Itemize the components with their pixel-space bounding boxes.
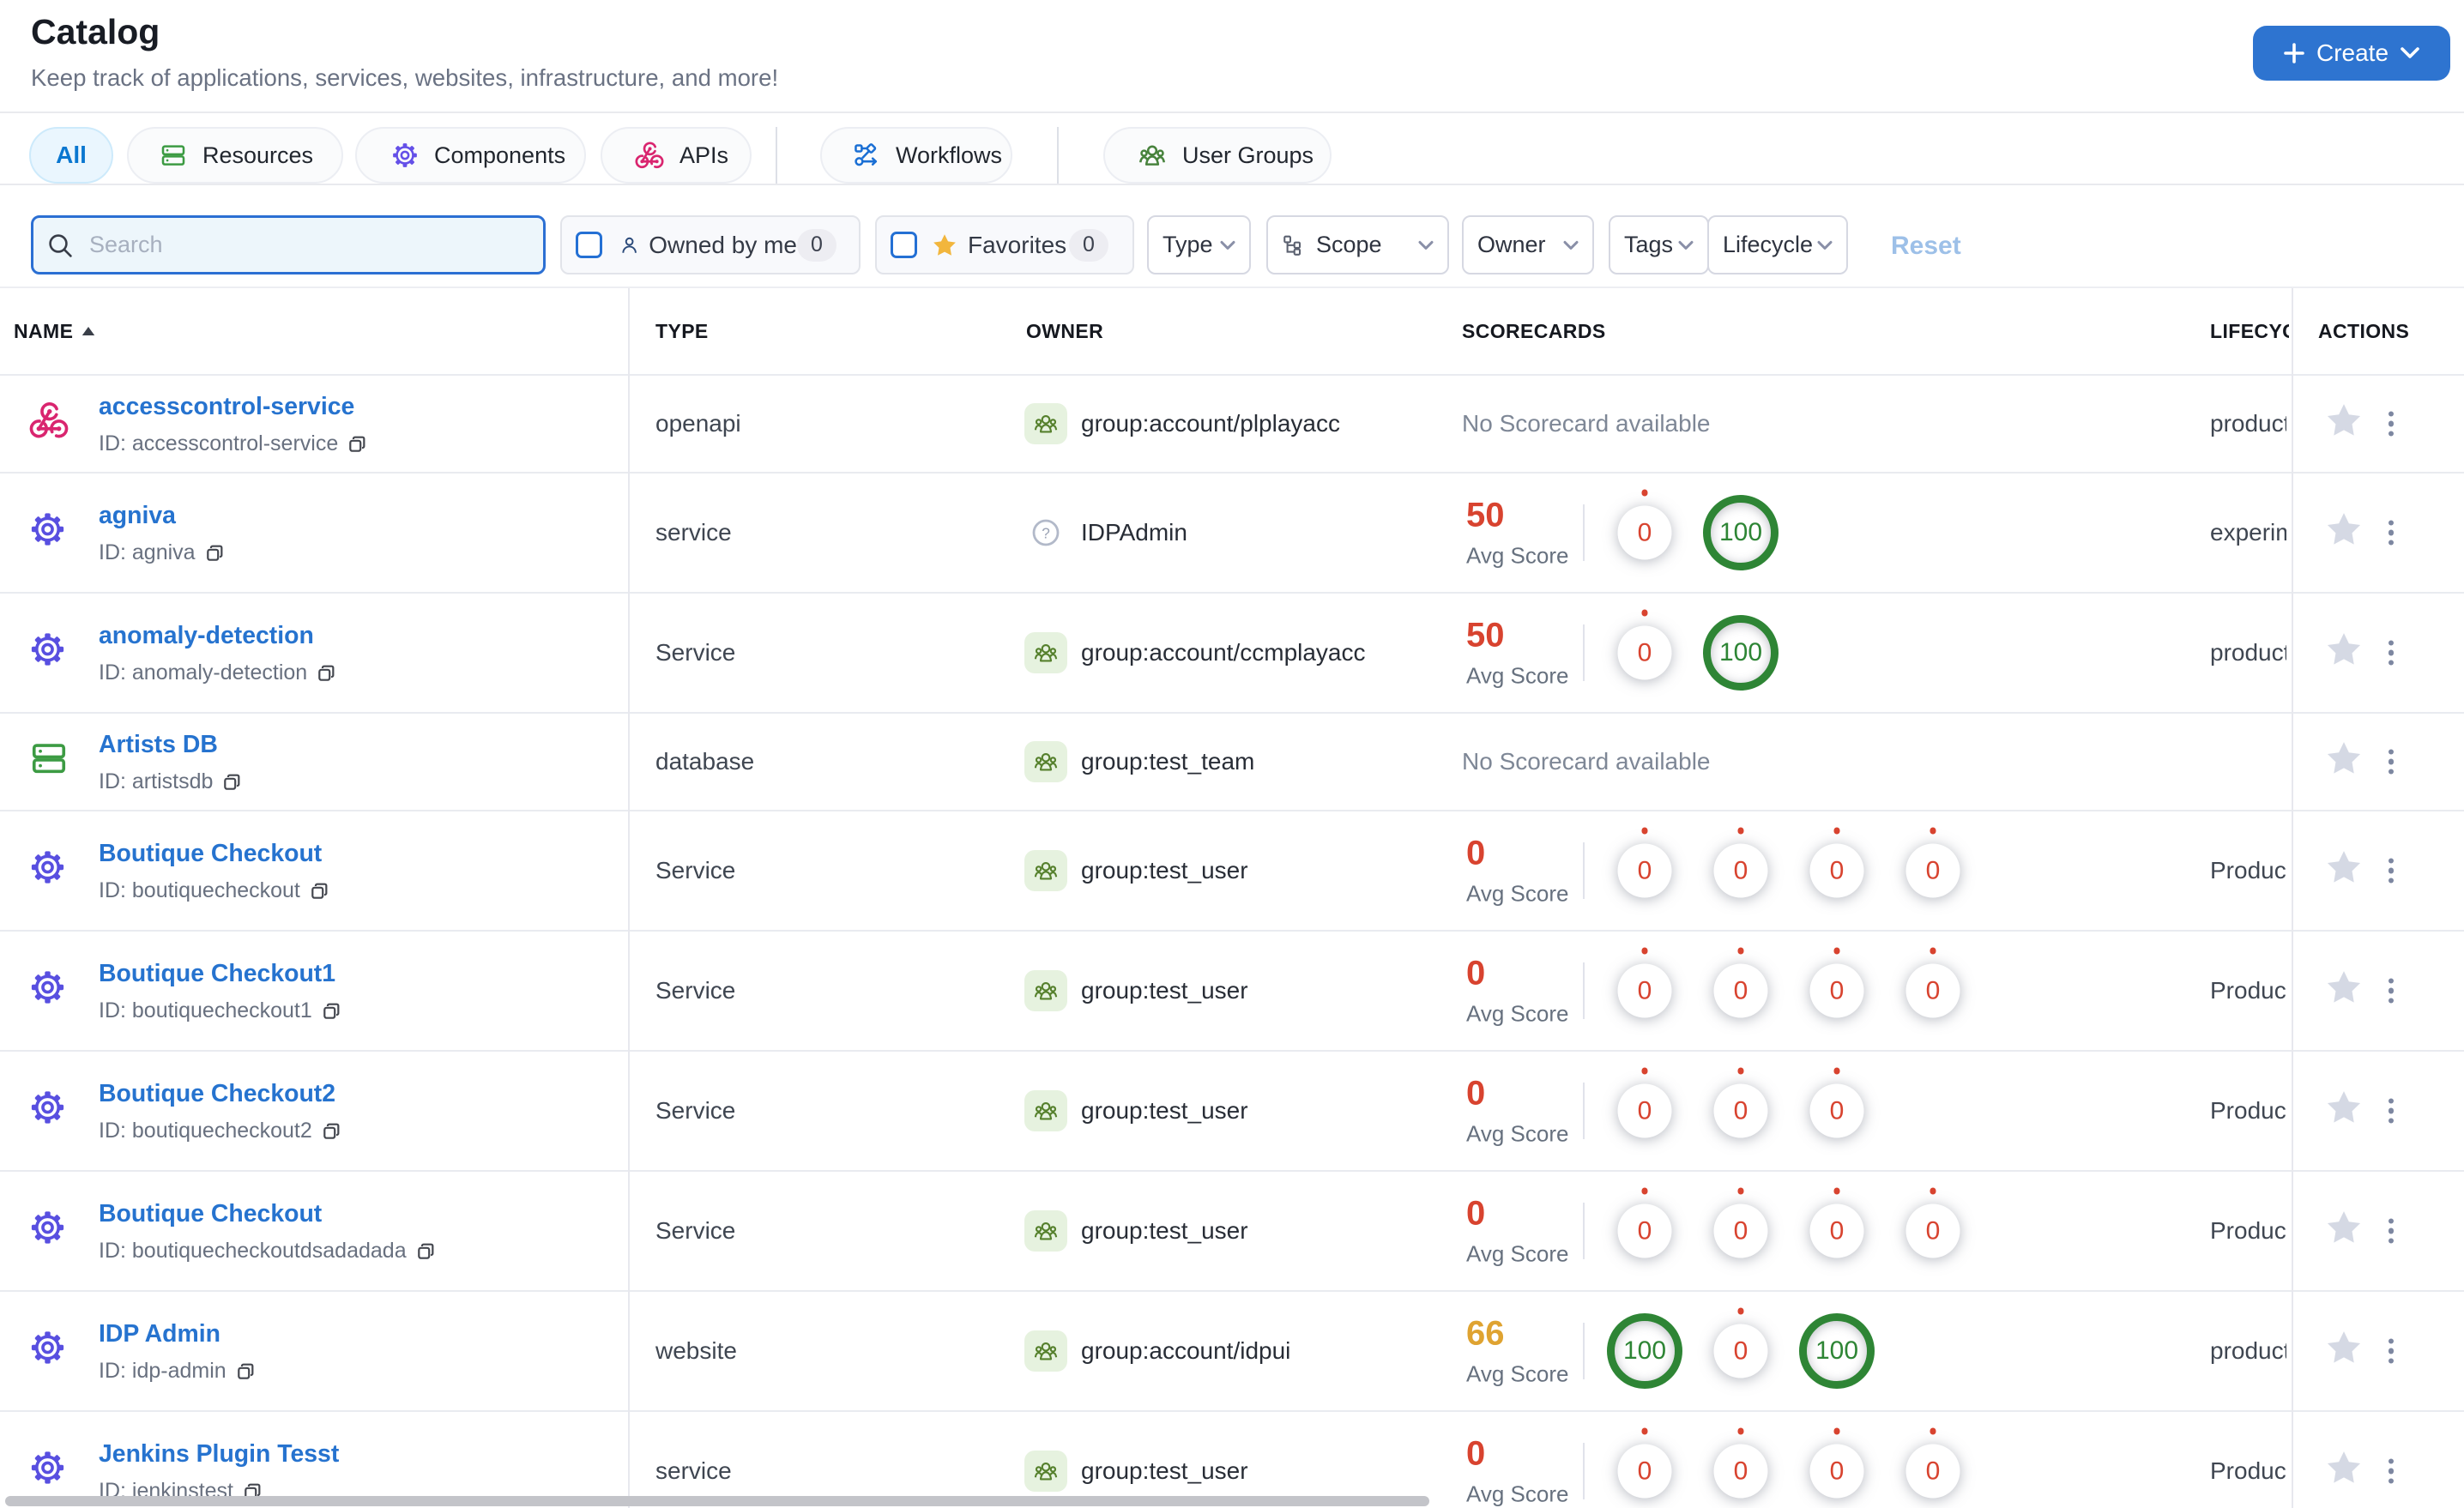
svg-text:?: ? <box>1042 524 1050 541</box>
